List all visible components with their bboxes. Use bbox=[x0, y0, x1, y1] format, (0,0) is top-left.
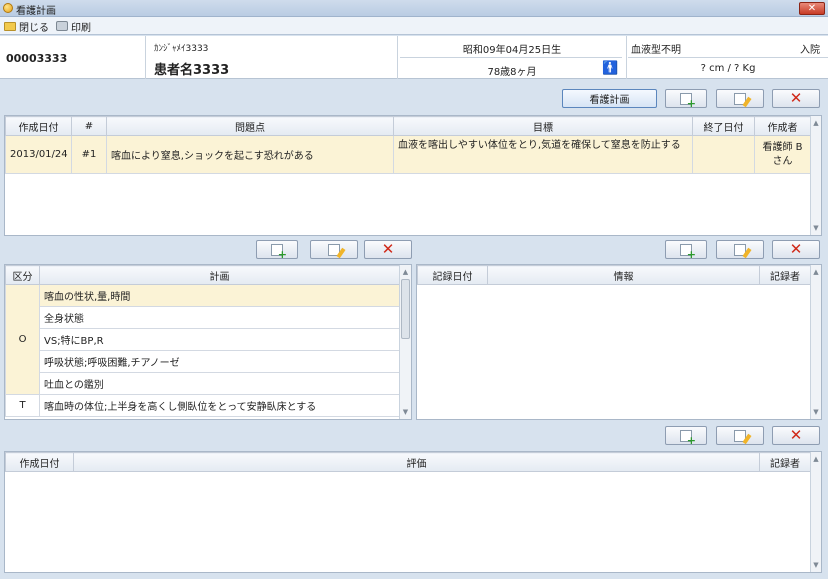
add-icon bbox=[271, 243, 287, 261]
add-problem-button[interactable] bbox=[665, 89, 707, 110]
header-category[interactable]: 区分 bbox=[5, 265, 40, 285]
patient-info-bar: 00003333 ｶﾝｼﾞｬﾒｲ3333 患者名3333 昭和09年04月25日… bbox=[0, 36, 828, 79]
nursing-plan-label: 看護計画 bbox=[589, 95, 630, 106]
problems-scrollbar[interactable]: ▲ ▼ bbox=[810, 116, 821, 235]
header-plan[interactable]: 計画 bbox=[39, 265, 400, 285]
delete-icon: ✕ bbox=[381, 240, 395, 258]
window-close-button[interactable]: ✕ bbox=[799, 2, 825, 15]
table-row[interactable]: 2013/01/24 #1 喀血により窒息,ショックを起こす恐れがある 血液を喀… bbox=[5, 135, 811, 174]
plan-text: 喀血の性状,量,時間 bbox=[39, 284, 400, 307]
scroll-down-icon: ▼ bbox=[813, 224, 819, 232]
scroll-down-icon: ▼ bbox=[813, 561, 819, 569]
table-row[interactable]: 吐血との鑑別 bbox=[6, 372, 400, 395]
plan-text: 吐血との鑑別 bbox=[39, 372, 400, 395]
menu-bar: 閉じる 印刷 bbox=[0, 17, 828, 35]
table-row[interactable]: VS;特にBP,R bbox=[6, 328, 400, 351]
problem-date: 2013/01/24 bbox=[5, 135, 72, 174]
header-created-date[interactable]: 作成日付 bbox=[5, 116, 72, 136]
patient-birth: 昭和09年04月25日生 bbox=[462, 45, 562, 56]
add-evaluation-button[interactable] bbox=[665, 426, 707, 447]
scroll-down-icon: ▼ bbox=[813, 408, 819, 416]
app-icon bbox=[3, 3, 13, 13]
scroll-down-icon: ▼ bbox=[402, 408, 409, 416]
add-icon bbox=[680, 429, 696, 447]
plan-panel: 区分 計画 O 喀血の性状,量,時間 全身状態 VS;特にBP,R 呼吸状態;呼… bbox=[4, 264, 412, 420]
author: 看護師 B さん bbox=[754, 135, 811, 174]
table-row[interactable]: T 喀血時の体位;上半身を高くし側臥位をとって安静臥床とする bbox=[5, 394, 400, 417]
edit-icon bbox=[328, 243, 340, 256]
header-info[interactable]: 情報 bbox=[487, 265, 760, 285]
scroll-up-icon: ▲ bbox=[813, 119, 819, 127]
close-label: 閉じる bbox=[19, 22, 49, 34]
blood-type: 血液型不明 bbox=[631, 45, 681, 56]
plan-text: 全身状態 bbox=[39, 306, 400, 329]
edit-info-button[interactable] bbox=[716, 240, 764, 259]
height-weight: ? cm / ? Kg bbox=[700, 63, 756, 74]
delete-problem-button[interactable]: ✕ bbox=[772, 89, 820, 108]
problem-number: #1 bbox=[71, 135, 107, 174]
edit-problem-button[interactable] bbox=[716, 89, 764, 108]
scroll-up-icon: ▲ bbox=[813, 455, 819, 463]
header-goal[interactable]: 目標 bbox=[393, 116, 693, 136]
header-number[interactable]: # bbox=[71, 116, 107, 136]
window-title: 看護計画 bbox=[16, 6, 56, 17]
evaluation-scrollbar[interactable]: ▲ ▼ bbox=[810, 452, 821, 572]
delete-icon: ✕ bbox=[789, 426, 803, 444]
nursing-plan-button[interactable]: 看護計画 bbox=[562, 89, 657, 108]
plan-text: 喀血時の体位;上半身を高くし側臥位をとって安静臥床とする bbox=[39, 394, 400, 417]
add-icon bbox=[680, 92, 696, 110]
table-row[interactable]: O 喀血の性状,量,時間 bbox=[5, 284, 400, 395]
delete-icon: ✕ bbox=[789, 89, 803, 107]
patient-name: 患者名3333 bbox=[154, 63, 230, 78]
scroll-up-icon: ▲ bbox=[813, 268, 819, 276]
header-eval-date[interactable]: 作成日付 bbox=[5, 452, 74, 472]
header-evaluation[interactable]: 評価 bbox=[73, 452, 760, 472]
edit-evaluation-button[interactable] bbox=[716, 426, 764, 445]
edit-icon bbox=[734, 243, 746, 256]
problems-panel: 作成日付 # 問題点 目標 終了日付 作成者 2013/01/24 #1 喀血に… bbox=[4, 115, 822, 236]
delete-plan-button[interactable]: ✕ bbox=[364, 240, 412, 259]
printer-icon bbox=[56, 21, 68, 31]
plan-category-o: O bbox=[5, 284, 40, 395]
header-author[interactable]: 作成者 bbox=[754, 116, 811, 136]
scroll-up-icon: ▲ bbox=[402, 268, 409, 276]
goal-text: 血液を喀出しやすい体位をとり,気道を確保して窒息を防止する bbox=[393, 135, 693, 174]
delete-evaluation-button[interactable]: ✕ bbox=[772, 426, 820, 445]
edit-plan-button[interactable] bbox=[310, 240, 358, 259]
scroll-thumb[interactable] bbox=[401, 279, 410, 339]
info-panel: 記録日付 情報 記録者 ▲ ▼ bbox=[416, 264, 822, 420]
print-label: 印刷 bbox=[71, 22, 91, 34]
add-icon bbox=[680, 243, 696, 261]
person-icon: 🚹 bbox=[602, 61, 619, 76]
admission-status: 入院 bbox=[800, 45, 820, 56]
patient-age: 78歳8ヶ月 bbox=[487, 67, 537, 78]
plan-text: VS;特にBP,R bbox=[39, 328, 400, 351]
plan-category-t: T bbox=[5, 394, 40, 417]
delete-info-button[interactable]: ✕ bbox=[772, 240, 820, 259]
header-recorder[interactable]: 記録者 bbox=[759, 265, 811, 285]
patient-kana: ｶﾝｼﾞｬﾒｲ3333 bbox=[154, 44, 209, 54]
edit-icon bbox=[734, 92, 746, 105]
evaluation-panel: 作成日付 評価 記録者 ▲ ▼ bbox=[4, 451, 822, 573]
header-end-date[interactable]: 終了日付 bbox=[692, 116, 755, 136]
header-record-date[interactable]: 記録日付 bbox=[417, 265, 488, 285]
edit-icon bbox=[734, 429, 746, 442]
delete-icon: ✕ bbox=[789, 240, 803, 258]
problem-text: 喀血により窒息,ショックを起こす恐れがある bbox=[106, 135, 394, 174]
title-bar: 看護計画 ✕ bbox=[0, 0, 828, 17]
patient-id: 00003333 bbox=[6, 52, 68, 65]
info-scrollbar[interactable]: ▲ ▼ bbox=[810, 265, 821, 419]
table-row[interactable]: 全身状態 bbox=[6, 306, 400, 329]
plan-scrollbar[interactable]: ▲ ▼ bbox=[399, 265, 411, 419]
add-info-button[interactable] bbox=[665, 240, 707, 261]
print-menu-item[interactable]: 印刷 bbox=[56, 19, 91, 34]
add-plan-button[interactable] bbox=[256, 240, 298, 261]
table-row[interactable]: 呼吸状態;呼吸困難,チアノーゼ bbox=[6, 350, 400, 373]
folder-icon bbox=[4, 21, 16, 31]
header-eval-recorder[interactable]: 記録者 bbox=[759, 452, 811, 472]
plan-text: 呼吸状態;呼吸困難,チアノーゼ bbox=[39, 350, 400, 373]
close-menu-item[interactable]: 閉じる bbox=[4, 19, 49, 34]
end-date bbox=[692, 135, 755, 174]
header-problem[interactable]: 問題点 bbox=[106, 116, 394, 136]
